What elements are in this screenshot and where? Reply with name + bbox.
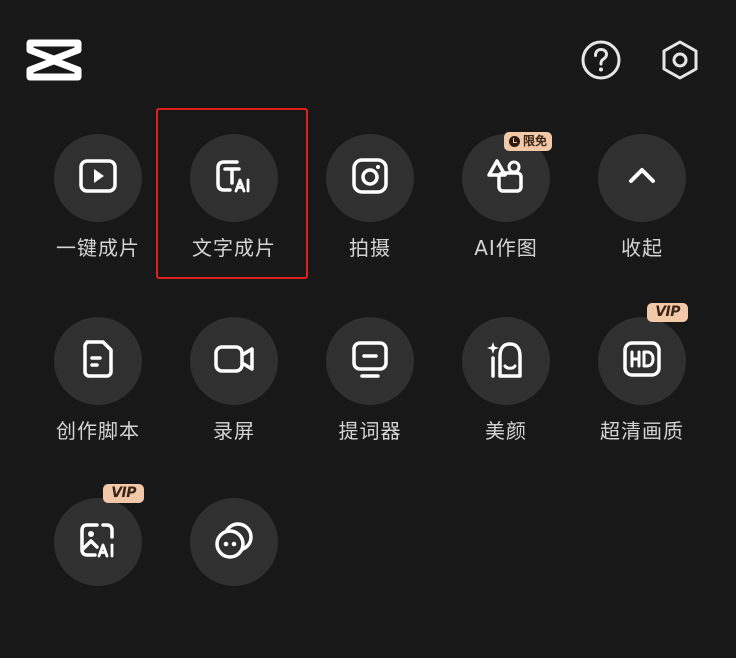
chevron-up-icon [619, 153, 665, 203]
tool-label: 录屏 [213, 419, 255, 443]
teleprompter-icon [347, 336, 393, 386]
camera-icon [347, 153, 393, 203]
free-badge-label: 限免 [522, 134, 547, 148]
teleprompter-button[interactable] [326, 317, 414, 405]
settings-icon[interactable] [658, 38, 702, 82]
screen-record-button[interactable] [190, 317, 278, 405]
tool-collapse[interactable]: 收起 [574, 134, 710, 294]
free-badge: 限免 [503, 132, 552, 151]
collapse-button[interactable] [598, 134, 686, 222]
shapes-icon [483, 153, 529, 203]
tool-label: 超清画质 [600, 419, 684, 443]
capcut-logo [26, 37, 82, 83]
beauty-button[interactable] [462, 317, 550, 405]
one-click-video-button[interactable] [54, 134, 142, 222]
script-button[interactable] [54, 317, 142, 405]
document-icon [75, 336, 121, 386]
play-square-icon [75, 153, 121, 203]
tool-face-effects[interactable] [166, 498, 302, 658]
face-circles-icon [211, 517, 257, 567]
tool-label: 收起 [621, 236, 663, 260]
tool-ai-image[interactable]: 限免 AI作图 [438, 132, 574, 294]
shoot-button[interactable] [326, 134, 414, 222]
vip-badge: VIP [103, 484, 144, 503]
tool-label: 一键成片 [56, 236, 140, 260]
hd-icon [619, 336, 665, 386]
image-ai-icon [75, 517, 121, 567]
tool-label: 创作脚本 [56, 419, 140, 443]
tool-label: 美颜 [485, 419, 527, 443]
ai-image-button[interactable]: 限免 [462, 132, 552, 222]
tool-beauty[interactable]: 美颜 [438, 317, 574, 477]
tool-one-click-video[interactable]: 一键成片 [30, 134, 166, 294]
tool-shoot[interactable]: 拍摄 [302, 134, 438, 294]
tool-label: AI作图 [474, 236, 538, 260]
ai-image-enhance-button[interactable]: VIP [54, 484, 144, 586]
vip-badge: VIP [647, 303, 688, 322]
tool-hd-quality[interactable]: VIP 超清画质 [574, 303, 710, 477]
tool-teleprompter[interactable]: 提词器 [302, 317, 438, 477]
tool-screen-record[interactable]: 录屏 [166, 317, 302, 477]
clock-icon [508, 136, 520, 147]
tool-script[interactable]: 创作脚本 [30, 317, 166, 477]
face-effects-button[interactable] [190, 498, 278, 586]
highlight-box [156, 108, 308, 279]
video-camera-icon [211, 336, 257, 386]
tool-label: 拍摄 [349, 236, 391, 260]
question-circle-icon[interactable] [579, 38, 623, 82]
beauty-icon [483, 336, 529, 386]
tool-label: 提词器 [338, 419, 402, 443]
tool-ai-image-enhance[interactable]: VIP [30, 484, 166, 658]
hd-quality-button[interactable]: VIP [598, 303, 688, 405]
